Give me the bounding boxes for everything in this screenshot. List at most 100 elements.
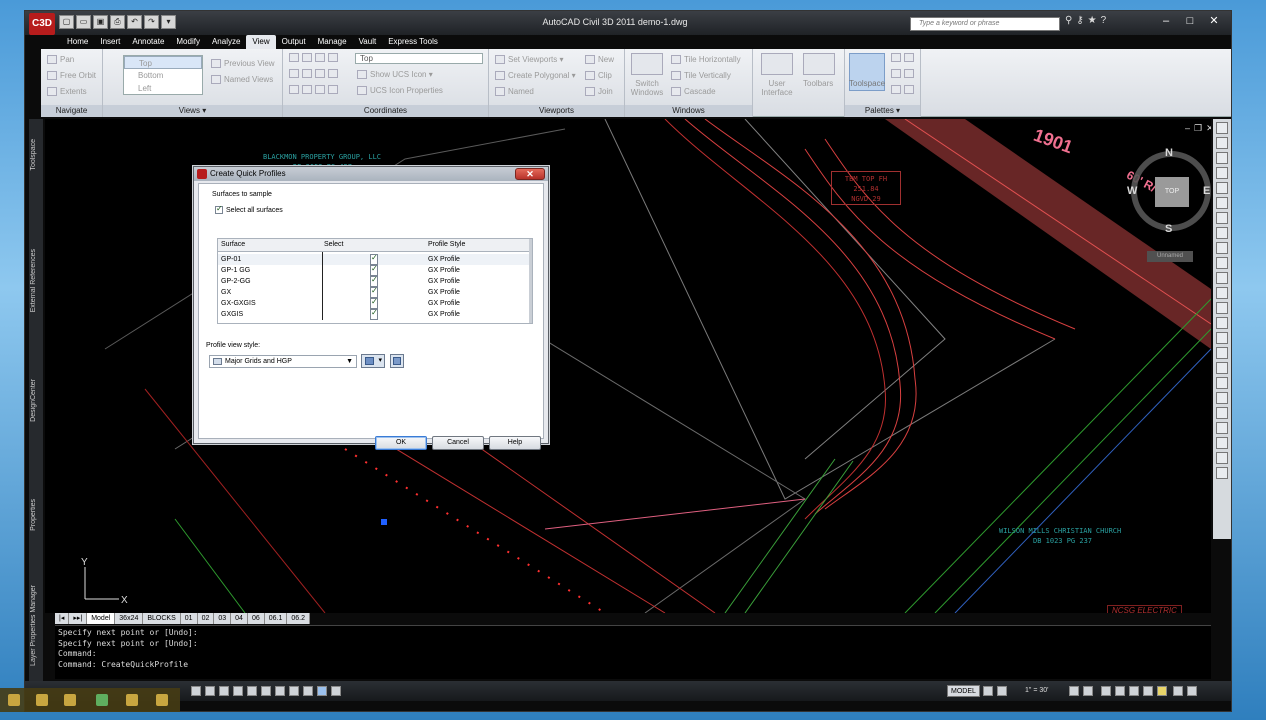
dynamic-input-icon[interactable]	[289, 686, 299, 696]
tab-manage[interactable]: Manage	[312, 35, 353, 49]
lightbulb-icon[interactable]	[1157, 686, 1167, 696]
new-viewport-button[interactable]: New	[585, 55, 614, 65]
minimize-icon[interactable]: –	[1155, 13, 1177, 29]
hatch-tool-icon[interactable]	[1216, 362, 1228, 374]
grip-point[interactable]	[381, 519, 387, 525]
named-views-button[interactable]: Named Views	[211, 75, 273, 85]
row-style[interactable]: GX Profile	[428, 298, 460, 309]
ucs-prev-icon[interactable]	[328, 85, 338, 95]
search-icon[interactable]: ⚲	[1065, 15, 1072, 26]
extents-button[interactable]: Extents	[47, 87, 87, 97]
toolbars-icon[interactable]	[803, 53, 835, 75]
tool-palette-icon[interactable]	[891, 69, 901, 79]
grid-display-icon[interactable]	[205, 686, 215, 696]
ucs-object-icon[interactable]	[289, 85, 299, 95]
row-style[interactable]: GX Profile	[428, 276, 460, 287]
command-line[interactable]: Specify next point or [Undo]: Specify ne…	[55, 625, 1211, 679]
quick-view-layouts-icon[interactable]	[983, 686, 993, 696]
rewind-icon[interactable]	[126, 694, 138, 706]
layers-palette-icon[interactable]	[904, 53, 914, 63]
layout-tab-06-1[interactable]: 06.1	[265, 613, 288, 624]
polyline-tool-icon[interactable]	[1216, 137, 1228, 149]
tile-vertically-button[interactable]: Tile Vertically	[671, 71, 731, 81]
pause-icon[interactable]	[36, 694, 48, 706]
tab-view[interactable]: View	[246, 35, 276, 49]
isolate-objects-icon[interactable]	[1143, 686, 1153, 696]
properties-palette-icon[interactable]	[891, 53, 901, 63]
profile-view-style-select[interactable]: Major Grids and HGP ▼	[209, 355, 357, 368]
tile-horizontally-button[interactable]: Tile Horizontally	[671, 55, 741, 65]
panel-label-palettes[interactable]: Palettes ▾	[845, 105, 920, 117]
style-edit-split-button[interactable]: ▾	[361, 354, 385, 368]
row-style[interactable]: GX Profile	[428, 309, 460, 320]
circle-tool-icon[interactable]	[1216, 152, 1228, 164]
set-viewports-button[interactable]: Set Viewports ▾	[495, 55, 563, 65]
tab-insert[interactable]: Insert	[94, 35, 126, 49]
view-bottom[interactable]: Bottom	[124, 69, 202, 82]
panel-label-views[interactable]: Views ▾	[103, 105, 282, 117]
ucs-world-icon[interactable]	[302, 53, 312, 63]
create-polygonal-button[interactable]: Create Polygonal ▾	[495, 71, 576, 81]
selection-cycling-icon[interactable]	[331, 686, 341, 696]
previous-view-button[interactable]: Previous View	[211, 59, 275, 69]
extend-tool-icon[interactable]	[1216, 287, 1228, 299]
qat-dropdown-icon[interactable]: ▾	[161, 15, 176, 29]
ucs-menu[interactable]: Unnamed	[1147, 251, 1193, 262]
panel-label-coordinates[interactable]: Coordinates	[283, 105, 488, 117]
column-divider[interactable]	[322, 252, 323, 320]
cascade-button[interactable]: Cascade	[671, 87, 716, 97]
viewcube-top-face[interactable]: TOP	[1155, 177, 1189, 207]
dynamic-ucs-icon[interactable]	[275, 686, 285, 696]
app-logo[interactable]: C3D	[29, 13, 55, 35]
workspace-switching-icon[interactable]	[1101, 686, 1111, 696]
layout-tab-04[interactable]: 04	[231, 613, 248, 624]
layout-nav-first-icon[interactable]: |◂	[55, 613, 70, 624]
erase-tool-icon[interactable]	[1216, 407, 1228, 419]
ucs-face-icon[interactable]	[302, 85, 312, 95]
chevron-down-icon[interactable]: ▼	[346, 356, 353, 367]
arc-tool-icon[interactable]	[1216, 167, 1228, 179]
layer-properties-manager-tab[interactable]: Layer Properties Manager	[30, 585, 42, 666]
layout-tab-06-2[interactable]: 06.2	[287, 613, 310, 624]
ucs-z-icon[interactable]	[315, 69, 325, 79]
layout-tab-06[interactable]: 06	[248, 613, 265, 624]
select-all-surfaces-checkbox[interactable]: Select all surfaces	[215, 204, 283, 214]
maximize-icon[interactable]: □	[1179, 13, 1201, 29]
cancel-button[interactable]: Cancel	[432, 436, 484, 450]
col-surface-header[interactable]: Surface	[221, 239, 245, 250]
close-overlay-icon[interactable]	[156, 694, 168, 706]
tab-annotate[interactable]: Annotate	[126, 35, 170, 49]
search-input[interactable]: Type a keyword or phrase	[910, 17, 1060, 31]
markup-icon[interactable]	[891, 85, 901, 95]
copy-tool-icon[interactable]	[1216, 227, 1228, 239]
block-tool-icon[interactable]	[1216, 437, 1228, 449]
quick-properties-icon[interactable]	[317, 686, 327, 696]
record-icon[interactable]	[96, 694, 108, 706]
tab-output[interactable]: Output	[276, 35, 312, 49]
select-all-checkbox-box[interactable]	[215, 204, 223, 214]
designcenter-palette-tab[interactable]: DesignCenter	[30, 379, 42, 422]
compass-north[interactable]: N	[1165, 147, 1173, 159]
scale-tool-icon[interactable]	[1216, 257, 1228, 269]
snap-mode-icon[interactable]	[191, 686, 201, 696]
rectangle-tool-icon[interactable]	[1216, 182, 1228, 194]
tab-modify[interactable]: Modify	[170, 35, 206, 49]
dimension-tool-icon[interactable]	[1216, 392, 1228, 404]
auto-scale-icon[interactable]	[1083, 686, 1093, 696]
star-icon[interactable]: ★	[1088, 15, 1097, 26]
drawing-minimize-icon[interactable]: –	[1185, 123, 1190, 134]
ucs-icon-properties-button[interactable]: UCS Icon Properties	[357, 86, 443, 96]
tab-express-tools[interactable]: Express Tools	[382, 35, 444, 49]
switch-windows-button[interactable]: Switch Windows	[629, 79, 665, 97]
fillet-tool-icon[interactable]	[1216, 302, 1228, 314]
tab-analyze[interactable]: Analyze	[206, 35, 246, 49]
insert-tool-icon[interactable]	[1216, 452, 1228, 464]
ucs-zaxis-icon[interactable]	[315, 85, 325, 95]
rotate-tool-icon[interactable]	[1216, 242, 1228, 254]
undo-icon[interactable]: ↶	[127, 15, 142, 29]
compass-east[interactable]: E	[1203, 185, 1210, 197]
compass-west[interactable]: W	[1127, 185, 1137, 197]
polygon-tool-icon[interactable]	[1216, 197, 1228, 209]
free-orbit-button[interactable]: Free Orbit	[47, 71, 96, 81]
checkbox-box[interactable]	[370, 307, 378, 320]
